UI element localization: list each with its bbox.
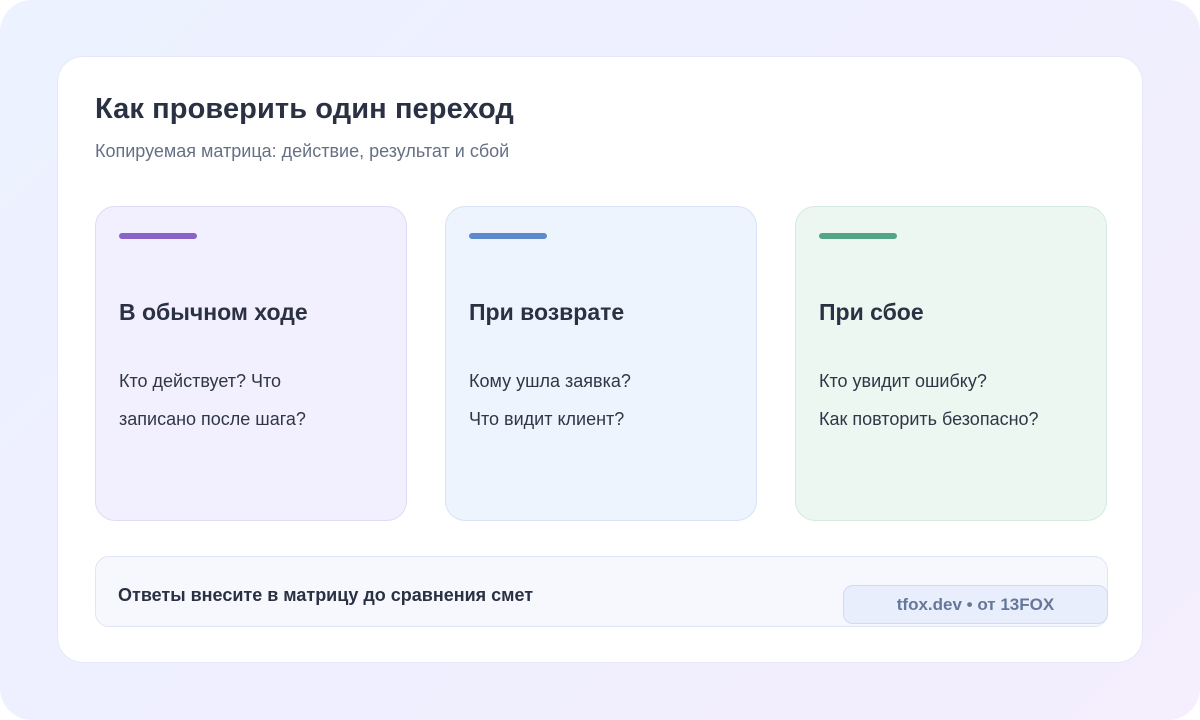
column-title: В обычном ходе bbox=[119, 299, 308, 325]
page-backdrop: Как проверить один переход Копируемая ма… bbox=[0, 0, 1200, 720]
question-line: записано после шага? bbox=[119, 409, 306, 429]
attribution-badge[interactable]: tfox.dev • от 13FOX bbox=[843, 585, 1108, 624]
question-line: Что видит клиент? bbox=[469, 409, 625, 429]
scenario-column-normal: В обычном ходе Кто действует? Что записа… bbox=[95, 206, 407, 521]
checklist-card: Как проверить один переход Копируемая ма… bbox=[57, 56, 1143, 663]
scenario-column-return: При возврате Кому ушла заявка? Что видит… bbox=[445, 206, 757, 521]
accent-bar bbox=[819, 233, 897, 239]
column-title: При возврате bbox=[469, 299, 625, 325]
footer-note-box: Ответы внесите в матрицу до сравнения см… bbox=[95, 556, 1108, 627]
footer-note: Ответы внесите в матрицу до сравнения см… bbox=[118, 585, 534, 605]
page-subtitle: Копируемая матрица: действие, результат … bbox=[95, 141, 510, 161]
question-line: Кто увидит ошибку? bbox=[819, 371, 987, 391]
column-title: При сбое bbox=[819, 299, 924, 325]
accent-bar bbox=[119, 233, 197, 239]
page-title: Как проверить один переход bbox=[95, 93, 514, 125]
question-line: Кто действует? Что bbox=[119, 371, 282, 391]
accent-bar bbox=[469, 233, 547, 239]
question-line: Кому ушла заявка? bbox=[469, 371, 631, 391]
question-line: Как повторить безопасно? bbox=[819, 409, 1039, 429]
scenario-column-failure: При сбое Кто увидит ошибку? Как повторит… bbox=[795, 206, 1107, 521]
